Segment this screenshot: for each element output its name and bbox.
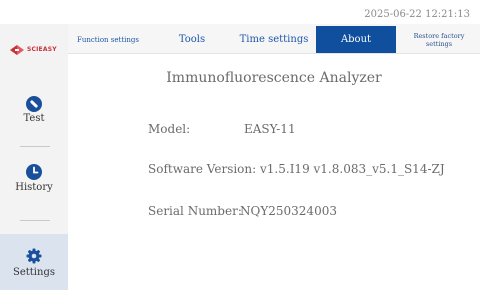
test-icon [26,96,42,112]
datetime-display: 2025-06-22 12:21:13 [364,9,470,20]
tab-function-settings[interactable]: Function settings [68,26,148,53]
serial-number-value: NQY250324003 [240,204,337,218]
model-value: EASY-11 [244,122,296,136]
settings-tab-bar: Function settings Tools Time settings Ab… [68,24,480,54]
brand-logo: SCIEASY [10,40,62,60]
serial-number-row: Serial Number:NQY250324003 [148,204,337,218]
sidebar-divider [20,220,50,221]
serial-number-label: Serial Number: [148,204,242,218]
gear-icon [26,248,42,264]
tab-tools[interactable]: Tools [156,26,228,53]
sidebar-item-history[interactable]: History [0,150,68,210]
model-row: Model: EASY-11 [148,122,296,136]
page-title: Immunofluorescence Analyzer [166,70,382,86]
model-label: Model: [148,122,191,136]
tab-about[interactable]: About [316,26,396,53]
logo-mark-icon [10,45,24,55]
logo-text: SCIEASY [27,46,57,53]
sidebar-item-label: Settings [13,267,55,278]
status-bar: 2025-06-22 12:21:13 [0,0,480,24]
about-panel: Immunofluorescence Analyzer Model: EASY-1… [68,54,480,290]
sidebar-item-label: Test [23,113,45,124]
tab-time-settings[interactable]: Time settings [236,26,312,53]
clock-icon [26,164,42,180]
sidebar-divider [20,146,50,147]
software-version-label: Software Version: [148,162,257,176]
tab-restore-factory-settings[interactable]: Restore factory settings [404,26,474,53]
software-version-value: v1.5.I19 v1.8.083_v5.1_S14-ZJ [260,162,445,176]
software-version-row: Software Version: v1.5.I19 v1.8.083_v5.1… [148,162,445,176]
sidebar: SCIEASY Test History Settings [0,24,68,290]
sidebar-item-settings[interactable]: Settings [0,234,68,290]
sidebar-item-test[interactable]: Test [0,80,68,140]
sidebar-item-label: History [15,182,53,193]
